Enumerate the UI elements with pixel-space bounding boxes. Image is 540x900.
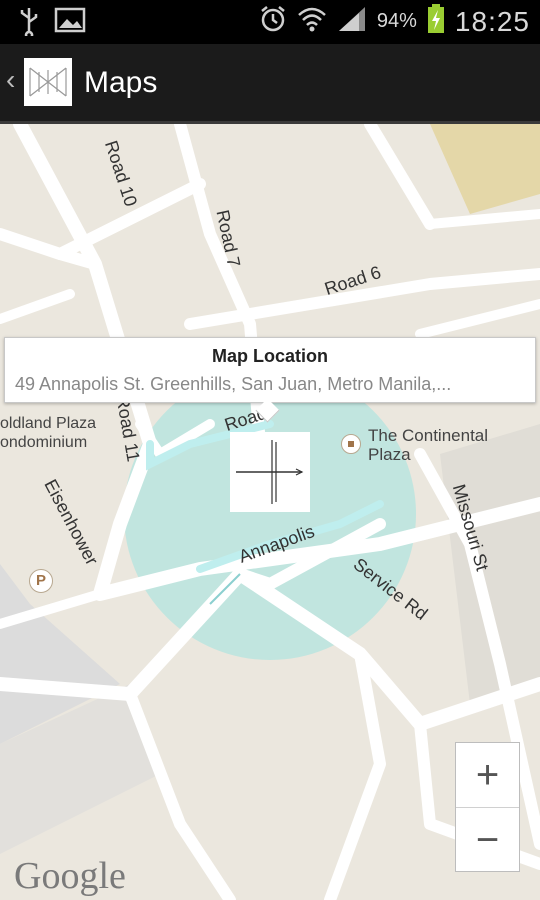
- zoom-controls: + −: [455, 742, 520, 872]
- info-window[interactable]: Map Location 49 Annapolis St. Greenhills…: [4, 337, 536, 403]
- wifi-icon: [297, 5, 327, 38]
- zoom-in-button[interactable]: +: [456, 743, 519, 808]
- map-view[interactable]: Road 10 Road 7 Road 6 Road 11 Roads Eise…: [0, 124, 540, 900]
- place-label-goldland-plaza: oldland Plaza ondominium: [0, 415, 97, 451]
- image-icon: [54, 6, 86, 41]
- page-title: Maps: [84, 66, 158, 99]
- usb-icon: [18, 6, 40, 41]
- action-bar: ‹ Maps: [0, 44, 540, 124]
- battery-charging-icon: [427, 4, 445, 39]
- back-caret-icon[interactable]: ‹: [6, 66, 15, 94]
- signal-icon: [337, 5, 367, 38]
- info-window-snippet: 49 Annapolis St. Greenhills, San Juan, M…: [15, 374, 452, 394]
- info-window-title: Map Location: [212, 346, 328, 366]
- zoom-out-button[interactable]: −: [456, 808, 519, 872]
- parking-icon[interactable]: P: [29, 569, 53, 593]
- google-logo: Google: [14, 855, 126, 897]
- clock: 18:25: [454, 5, 530, 37]
- app-logo-icon[interactable]: [24, 58, 72, 106]
- location-marker-icon[interactable]: [230, 432, 310, 512]
- alarm-icon: [259, 5, 287, 38]
- battery-percent: 94%: [376, 10, 417, 32]
- building-poi-icon[interactable]: [341, 434, 361, 454]
- status-bar: 94% 18:25: [0, 0, 540, 44]
- place-label-continental-plaza: The Continental Plaza: [368, 426, 489, 464]
